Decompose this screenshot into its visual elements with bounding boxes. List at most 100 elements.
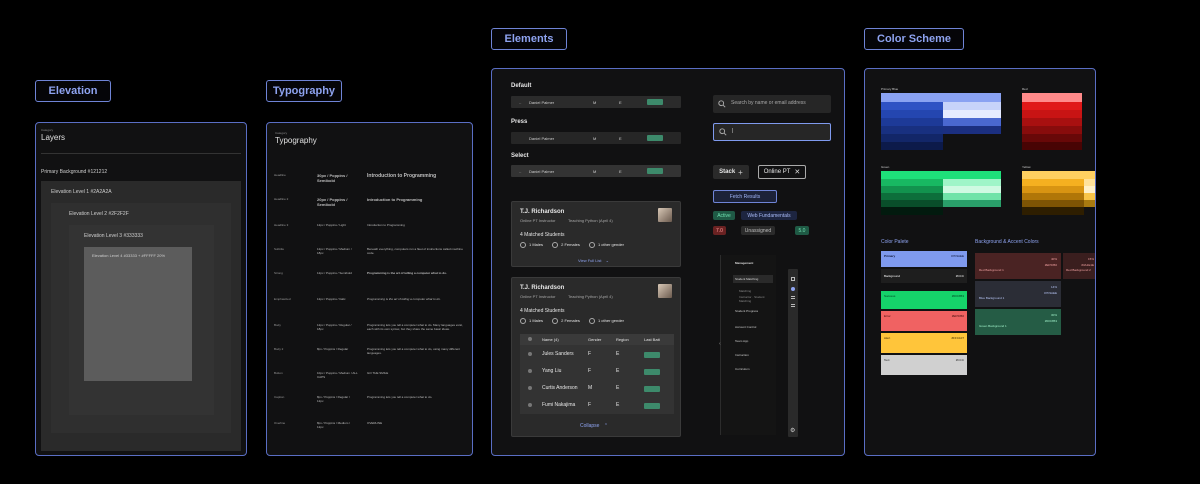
section-tag-elevation: Elevation — [35, 80, 111, 102]
typography-title: Typography — [275, 136, 317, 145]
bg-swatch-hex: #7F9AEE — [1044, 291, 1057, 295]
search-icon — [719, 128, 727, 136]
type-row-name: Strong — [274, 271, 283, 275]
bg-accent-title: Background & Accent Colors — [975, 239, 1039, 245]
row-checkbox[interactable] — [528, 403, 532, 407]
male-icon — [520, 242, 526, 248]
row-checkbox[interactable] — [528, 369, 532, 373]
menu-item-account-control[interactable]: Account Control — [735, 325, 756, 329]
instructor-card-collapsed[interactable]: T.J. Richardson Online PT Instructor Tea… — [511, 201, 681, 267]
state-select-label: Select — [511, 153, 529, 159]
gender-stats: 1 Males 2 Females 1 other gender — [520, 318, 624, 324]
instructor-card-expanded[interactable]: T.J. Richardson Online PT Instructor Tea… — [511, 277, 681, 437]
table-row-default[interactable]: – Daniel Palmer M E — [511, 96, 681, 108]
menu-title: Management — [735, 261, 754, 265]
row-checkbox[interactable] — [528, 352, 532, 356]
palette-red — [1022, 93, 1095, 159]
type-row-body-2: Body 2 8px / Poppins / Regular Programmi… — [267, 347, 472, 369]
avatar — [658, 284, 672, 298]
bg-swatch-red-1: Red Background 1 40% #EF5350 — [975, 253, 1061, 279]
tag-score-red: 7.0 — [713, 226, 726, 235]
table-row[interactable]: Fumi Nakajima F E — [520, 399, 674, 413]
table-row-select[interactable]: – Daniel Palmer M E — [511, 165, 681, 177]
header-checkbox[interactable] — [528, 337, 532, 341]
view-full-list-link[interactable]: View Full List ⌄ — [578, 258, 609, 263]
menu-subitem-matching[interactable]: Matching — [739, 289, 751, 293]
swatch-name: Primary — [884, 254, 896, 258]
type-row-spec: 30px / Poppins / Semibold — [317, 173, 348, 183]
search-input[interactable]: Search by name or email address — [713, 95, 831, 113]
stack-add-button[interactable]: Stack + — [713, 165, 749, 179]
elevation-level-2: Elevation Level 2 #2F2F2F Elevation Leve… — [51, 203, 231, 433]
type-row-sample: GO THE SMILE — [367, 371, 389, 375]
section-tag-color-scheme: Color Scheme — [864, 28, 964, 50]
elevation-level-3: Elevation Level 3 #333333 Elevation Leve… — [69, 225, 214, 415]
section-tag-typography: Typography — [266, 80, 342, 102]
row-gender: M — [593, 168, 597, 174]
avatar — [658, 208, 672, 222]
type-row-name: Headline 2 — [274, 197, 289, 201]
elevation-level-4: Elevation Level 4 #33333 + #FFFFF 20% — [84, 247, 192, 381]
col-name[interactable]: Name (4) — [542, 337, 559, 342]
student-gender: M — [588, 385, 593, 391]
status-pill — [647, 99, 663, 105]
primary-background-label: Primary Background #121212 — [41, 169, 108, 175]
fetch-results-label: Fetch Results — [729, 193, 761, 200]
type-row-sample: OVERLINE — [367, 421, 383, 425]
female-icon — [552, 318, 559, 324]
type-row-body: Body 12px / Poppins / Regular / 18px Pro… — [267, 323, 472, 345]
matched-count: 4 Matched Students — [520, 232, 565, 238]
col-gender[interactable]: Gender — [588, 337, 601, 342]
menu-item-curriculum[interactable]: Curriculum — [735, 367, 750, 371]
palette-blue-title: Primary Blue — [881, 87, 899, 91]
swatch-error: Error #EF5350 — [881, 311, 967, 331]
row-name: Daniel Palmer — [529, 168, 555, 174]
instructor-name: T.J. Richardson — [520, 285, 565, 291]
menu-subitem-instructor-student[interactable]: Instructor · Student Matching — [739, 295, 773, 303]
menu-icon[interactable] — [791, 304, 795, 305]
elevation-level-1: Elevation Level 1 #2A2A2A Elevation Leve… — [41, 181, 241, 451]
bg-swatch-blue-1: Blue Background 1 14% #7F9AEE — [975, 281, 1061, 307]
menu-item-student-matching[interactable]: Student Matching — [733, 275, 773, 283]
type-row-sample: Programming is the art of telling a comp… — [367, 297, 441, 301]
list-icon[interactable] — [791, 296, 795, 297]
search-input-focused[interactable]: | — [713, 123, 831, 141]
type-row-sample: Introduction to Programming — [367, 197, 423, 202]
type-row-spec: 12px / Poppins / Semibold — [317, 271, 352, 275]
bg-swatch-pct: 40% — [1050, 257, 1057, 261]
bg-swatch-name: Red Background 1 — [979, 268, 1004, 272]
gear-icon[interactable]: ⚙ — [790, 427, 795, 434]
grid-icon[interactable] — [791, 277, 795, 281]
tag-score-green: 5.0 — [795, 226, 809, 235]
palette-blue — [881, 93, 1001, 159]
col-region[interactable]: Region — [616, 337, 629, 342]
status-pill — [647, 135, 663, 141]
type-row-sample: Programming lets you tell a computer wha… — [367, 395, 433, 399]
table-row[interactable]: Jules Sanders F E — [520, 348, 674, 362]
type-row-emphasized: Emphasized 12px / Poppins / Italic Progr… — [267, 297, 472, 319]
menu-item-instruction[interactable]: Instruction — [735, 353, 749, 357]
female-icon — [552, 242, 559, 248]
row-checkbox[interactable] — [528, 386, 532, 390]
fetch-results-button[interactable]: Fetch Results — [713, 190, 777, 203]
menu-item-team-app[interactable]: Team App — [735, 339, 748, 343]
student-gender: F — [588, 368, 592, 374]
type-row-name: Button — [274, 371, 283, 375]
table-row-press[interactable]: Daniel Palmer M E — [511, 132, 681, 144]
typography-frame: Category Typography Headline 30px / Popp… — [266, 122, 473, 456]
type-row-name: Emphasized — [274, 297, 291, 301]
bg-swatch-hex: #00C853 — [1044, 319, 1057, 323]
table-row[interactable]: Yang Liu F E — [520, 365, 674, 379]
col-last-batt[interactable]: Last Batt — [644, 337, 660, 342]
online-pt-chip[interactable]: Online PT ✕ — [758, 165, 806, 179]
elements-frame: Default – Daniel Palmer M E Press Daniel… — [491, 68, 845, 456]
menu-item-student-progress[interactable]: Student Progress — [735, 309, 758, 313]
menu-collapse-arrow-icon[interactable]: ‹ — [719, 341, 721, 347]
search-placeholder: Search by name or email address — [731, 100, 806, 106]
swatch-hex: #7F9AEE — [951, 254, 964, 258]
bg-swatch-hex: #3A1E1E — [1081, 263, 1094, 267]
collapse-link[interactable]: Collapse ⌃ — [580, 423, 608, 429]
bg-swatch-name: Green Background 1 — [979, 324, 1007, 328]
table-row[interactable]: Curtis Anderson M E — [520, 382, 674, 396]
people-icon[interactable] — [791, 287, 795, 291]
